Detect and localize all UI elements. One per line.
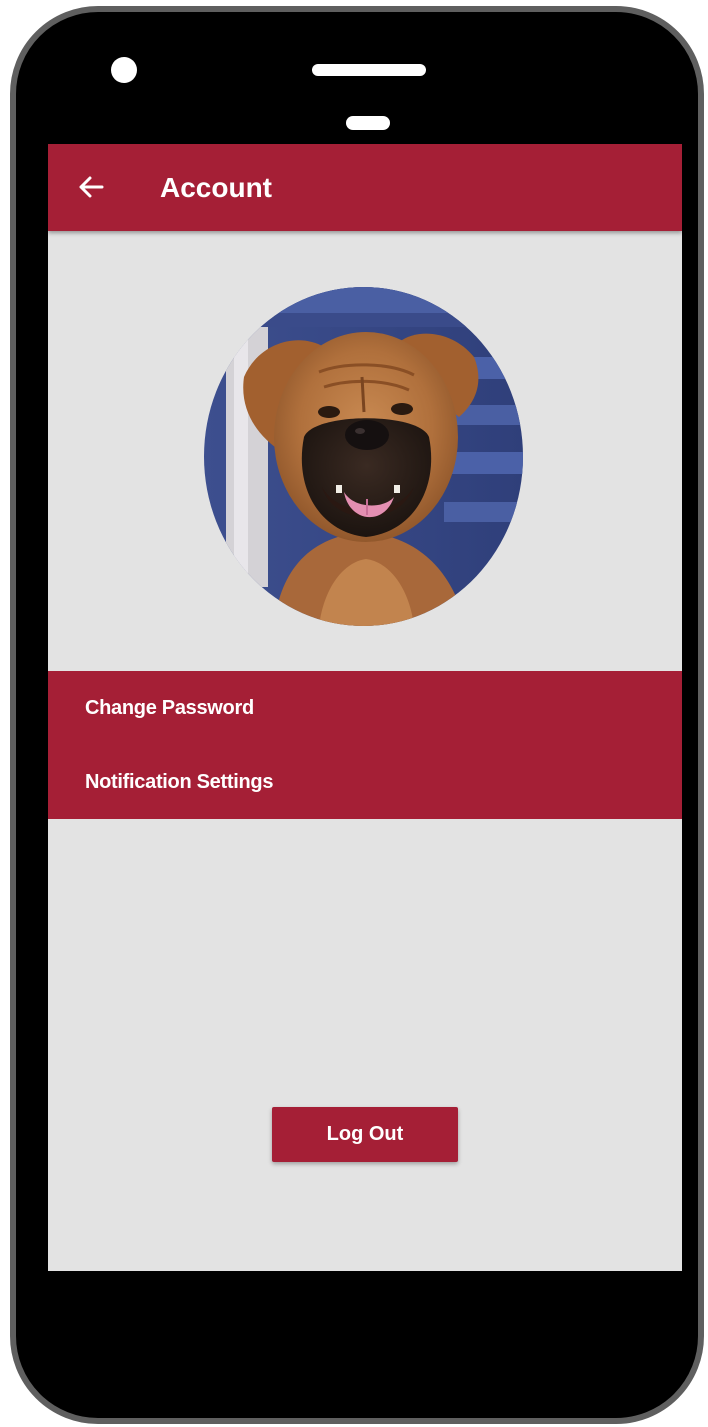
phone-frame: Account Change Password Notification Set…: [10, 6, 704, 1424]
dog-photo: [204, 287, 523, 626]
app-screen: Account Change Password Notification Set…: [48, 144, 682, 1271]
menu-item-label: Notification Settings: [85, 771, 274, 793]
account-menu: Change Password Notification Settings: [48, 671, 682, 819]
proximity-sensor: [346, 116, 390, 130]
menu-item-label: Change Password: [85, 697, 254, 719]
arrow-left-icon[interactable]: [76, 172, 106, 202]
earpiece-speaker: [312, 64, 426, 76]
change-password-item[interactable]: Change Password: [48, 671, 682, 745]
page-title: Account: [160, 172, 272, 203]
notification-settings-item[interactable]: Notification Settings: [48, 745, 682, 819]
front-camera: [111, 57, 137, 83]
avatar[interactable]: [204, 287, 523, 626]
app-bar: Account: [48, 144, 682, 231]
logout-button[interactable]: Log Out: [272, 1107, 458, 1162]
